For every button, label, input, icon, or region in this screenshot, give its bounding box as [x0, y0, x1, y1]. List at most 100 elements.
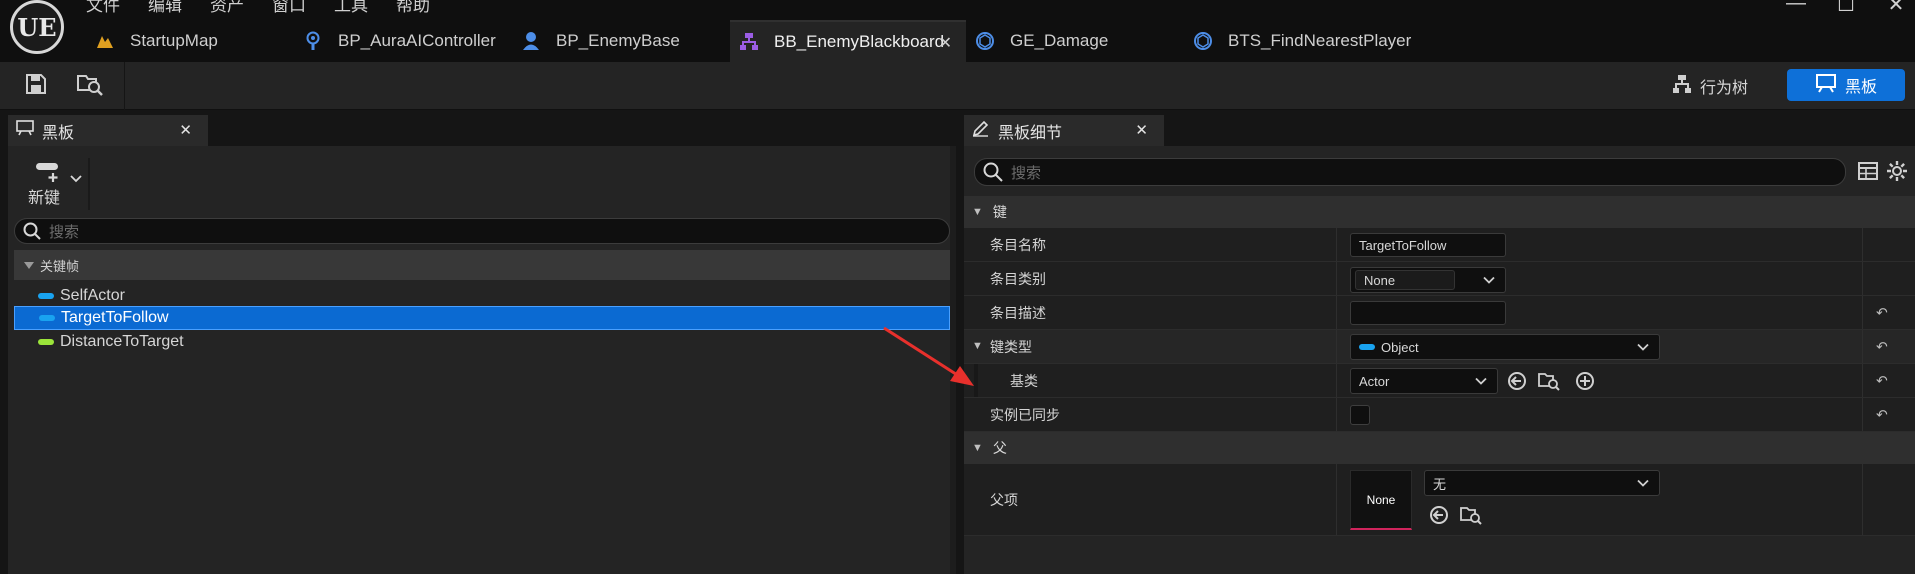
use-selected-icon[interactable] — [1506, 370, 1528, 392]
details-search-input[interactable]: 搜索 — [974, 158, 1846, 186]
panel-title: 黑板 — [42, 124, 75, 142]
pawn-icon — [520, 30, 542, 52]
key-category-header[interactable]: ▼ 键 — [964, 196, 1915, 228]
tab-label: GE_Damage — [1010, 31, 1109, 50]
base-class-row: 基类 Actor ↶ — [964, 364, 1915, 398]
reset-to-default-icon[interactable]: ↶ — [1876, 338, 1888, 355]
blueprint-icon — [1192, 30, 1214, 52]
entry-description-label: 条目描述 — [990, 304, 1046, 321]
collapse-triangle-icon[interactable]: ▼ — [972, 340, 983, 352]
entry-name-label: 条目名称 — [990, 236, 1046, 253]
close-tab-icon[interactable]: ✕ — [939, 33, 952, 53]
entry-category-combobox[interactable]: None — [1350, 267, 1506, 293]
menu-item-window[interactable]: 窗口 — [272, 0, 306, 16]
entry-name-row: 条目名称 TargetToFollow — [964, 228, 1915, 262]
column-divider — [1862, 330, 1863, 363]
menu-item-help[interactable]: 帮助 — [396, 0, 430, 16]
parent-value: 无 — [1433, 476, 1447, 492]
parent-thumbnail[interactable]: None — [1350, 470, 1412, 530]
key-type-row: ▼ 键类型 Object ↶ — [964, 330, 1915, 364]
close-icon[interactable]: ✕ — [1135, 121, 1148, 139]
minimize-button[interactable]: — — [1785, 0, 1807, 17]
close-icon[interactable]: ✕ — [179, 121, 192, 139]
column-divider — [1336, 364, 1337, 397]
search-placeholder: 搜索 — [1011, 164, 1042, 182]
reset-to-default-icon[interactable]: ↶ — [1876, 372, 1888, 389]
behavior-tree-mode-button[interactable]: 行为树 — [1662, 70, 1758, 102]
parent-category-header[interactable]: ▼ 父 — [964, 432, 1915, 464]
ai-controller-icon — [302, 30, 324, 52]
column-divider — [1862, 262, 1863, 295]
tab-label: BP_AuraAIController — [338, 31, 496, 50]
browse-button[interactable] — [74, 70, 106, 102]
panel-title: 黑板细节 — [998, 124, 1063, 142]
toolbar-divider — [88, 158, 90, 210]
key-name: DistanceToTarget — [60, 333, 184, 350]
blackboard-search-input[interactable]: 搜索 — [14, 218, 950, 244]
chevron-down-icon — [1475, 374, 1487, 389]
key-row-distancetotarget[interactable]: DistanceToTarget — [14, 330, 950, 354]
chevron-down-icon[interactable] — [70, 172, 82, 186]
keys-section-header[interactable]: 关键帧 — [14, 250, 950, 280]
blackboard-details-panel: 搜索 ▼ 键 条目名称 TargetToFollow 条目类别 None 条目描… — [964, 146, 1915, 574]
column-divider — [1862, 398, 1863, 431]
blackboard-details-tab[interactable]: 黑板细节 ✕ — [964, 115, 1164, 146]
menu-item-file[interactable]: 文件 — [86, 0, 120, 16]
add-icon[interactable] — [1574, 370, 1596, 392]
key-type-value: Object — [1381, 339, 1419, 355]
base-class-value: Actor — [1359, 373, 1390, 389]
blackboard-mode-button[interactable]: 黑板 — [1787, 69, 1905, 101]
blackboard-panel-tab[interactable]: 黑板 ✕ — [8, 115, 208, 146]
maximize-button[interactable]: ☐ — [1835, 0, 1857, 17]
tab-bts-findnearestplayer[interactable]: BTS_FindNearestPlayer — [1184, 20, 1444, 62]
tab-label: BB_EnemyBlackboard — [774, 32, 945, 51]
column-divider — [1862, 464, 1863, 535]
save-button[interactable] — [20, 70, 52, 102]
category-label: 父 — [992, 440, 1007, 456]
tab-label: BP_EnemyBase — [556, 31, 680, 50]
collapse-triangle-icon: ▼ — [972, 442, 983, 454]
unreal-logo[interactable]: UE — [10, 0, 64, 54]
blackboard-panel: 新键 搜索 关键帧 SelfActor TargetToFollow Dista… — [8, 146, 956, 574]
key-type-combobox[interactable]: Object — [1350, 334, 1660, 360]
chevron-down-icon — [1483, 273, 1495, 288]
menu-item-asset[interactable]: 资产 — [210, 0, 244, 16]
tab-startupmap[interactable]: StartupMap — [86, 20, 294, 62]
key-row-selfactor[interactable]: SelfActor — [14, 284, 950, 308]
browse-asset-icon[interactable] — [1460, 504, 1482, 526]
toolbar: 行为树 黑板 — [0, 62, 1915, 110]
reset-to-default-icon[interactable]: ↶ — [1876, 304, 1888, 321]
base-class-combobox[interactable]: Actor — [1350, 368, 1498, 394]
category-label: 键 — [992, 204, 1007, 220]
search-placeholder: 搜索 — [49, 223, 80, 241]
parent-label: 父项 — [990, 491, 1018, 508]
entry-name-field[interactable]: TargetToFollow — [1350, 233, 1506, 257]
collapse-triangle-icon: ▼ — [972, 206, 983, 218]
close-window-button[interactable]: ✕ — [1885, 0, 1907, 17]
reset-to-default-icon[interactable]: ↶ — [1876, 406, 1888, 423]
tab-ge-damage[interactable]: GE_Damage — [966, 20, 1184, 62]
use-selected-icon[interactable] — [1428, 504, 1450, 526]
tab-label: BTS_FindNearestPlayer — [1228, 31, 1412, 50]
panel-splitter[interactable] — [956, 110, 964, 574]
entry-description-field[interactable] — [1350, 301, 1506, 325]
chevron-down-icon — [1637, 476, 1649, 491]
new-key-button[interactable]: 新键 — [18, 158, 92, 208]
object-key-icon — [39, 315, 55, 321]
menu-item-edit[interactable]: 编辑 — [148, 0, 182, 16]
parent-combobox[interactable]: 无 — [1424, 470, 1660, 496]
menu-item-tools[interactable]: 工具 — [334, 0, 368, 16]
blackboard-icon — [16, 120, 34, 141]
tab-bp-enemybase[interactable]: BP_EnemyBase — [512, 20, 730, 62]
table-view-icon[interactable] — [1858, 162, 1878, 184]
instance-synced-checkbox[interactable] — [1350, 405, 1370, 425]
column-divider — [1336, 398, 1337, 431]
browse-asset-icon[interactable] — [1538, 370, 1560, 392]
tab-bp-auraaicontroller[interactable]: BP_AuraAIController — [294, 20, 512, 62]
key-row-targettofollow[interactable]: TargetToFollow — [14, 306, 950, 330]
search-icon — [23, 222, 41, 240]
tab-bb-enemyblackboard[interactable]: BB_EnemyBlackboard ✕ — [730, 20, 966, 62]
entry-category-value: None — [1355, 270, 1455, 290]
gear-icon[interactable] — [1886, 160, 1908, 186]
float-key-icon — [38, 339, 54, 345]
